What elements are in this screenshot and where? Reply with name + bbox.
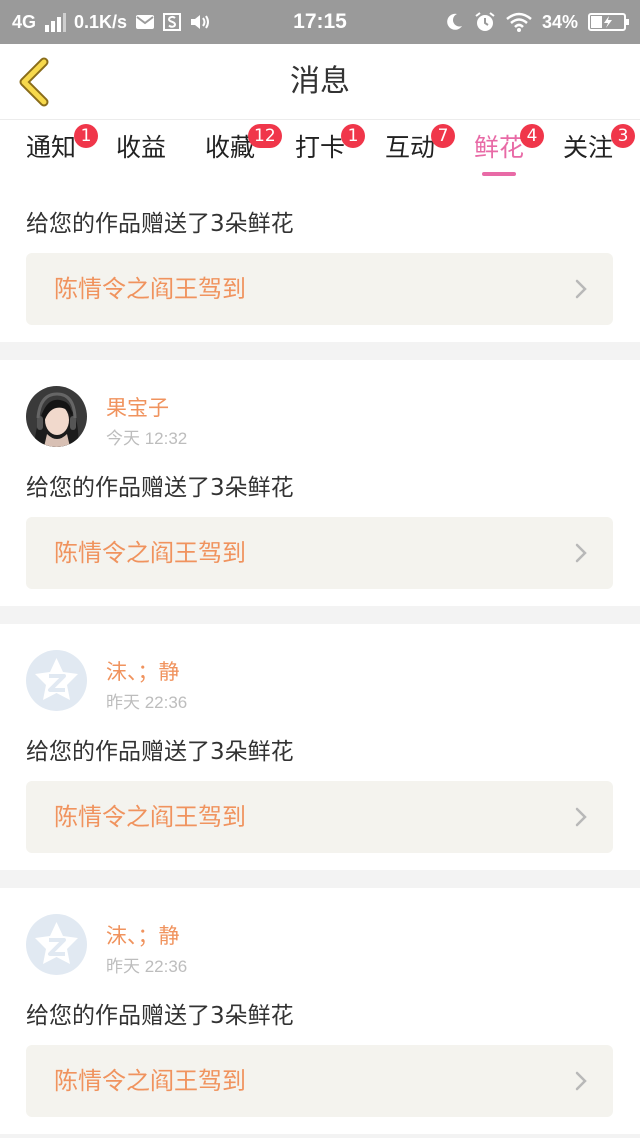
badge: 4 <box>520 124 544 148</box>
message-card: 果宝子 今天 12:32 给您的作品赠送了3朵鲜花 陈情令之阎王驾到 <box>0 360 640 606</box>
tab-label: 关注 <box>563 133 614 162</box>
message-card: 给您的作品赠送了3朵鲜花 陈情令之阎王驾到 <box>0 176 640 342</box>
timestamp: 昨天 22:36 <box>106 693 188 712</box>
badge: 1 <box>341 124 365 148</box>
wifi-icon <box>506 12 532 32</box>
badge: 12 <box>248 124 282 148</box>
avatar[interactable] <box>26 650 87 711</box>
tab-interaction[interactable]: 互动 7 <box>385 124 455 176</box>
badge: 1 <box>74 124 98 148</box>
user-name[interactable]: 果宝子 <box>106 392 169 422</box>
tab-label: 通知 <box>26 133 77 162</box>
user-name[interactable]: 沫、；静 <box>106 920 180 950</box>
tab-label: 互动 <box>385 133 436 162</box>
work-link[interactable]: 陈情令之阎王驾到 <box>26 517 613 589</box>
battery-icon <box>588 12 630 32</box>
tab-notify[interactable]: 通知 1 <box>26 124 98 176</box>
status-bar: 4G 0.1K/s 17:15 34% <box>0 0 640 44</box>
work-link[interactable]: 陈情令之阎王驾到 <box>26 781 613 853</box>
chevron-right-icon <box>575 807 587 827</box>
tab-label: 打卡 <box>295 133 346 162</box>
alarm-icon <box>474 11 496 33</box>
tab-follow[interactable]: 关注 3 <box>563 124 635 176</box>
default-avatar-icon <box>26 914 87 975</box>
user-name[interactable]: 沫、；静 <box>106 656 180 686</box>
tab-earnings[interactable]: 收益 <box>116 130 166 176</box>
moon-icon <box>444 12 464 32</box>
chevron-right-icon <box>575 279 587 299</box>
page-title: 消息 <box>290 64 350 99</box>
chevron-right-icon <box>575 543 587 563</box>
work-title: 陈情令之阎王驾到 <box>54 1067 246 1095</box>
work-link[interactable]: 陈情令之阎王驾到 <box>26 253 613 325</box>
chevron-right-icon <box>575 1071 587 1091</box>
work-title: 陈情令之阎王驾到 <box>54 275 246 303</box>
tab-bar: 通知 1 收益 收藏 12 打卡 1 互动 7 鲜花 4 关注 3 <box>0 120 640 176</box>
message-card: 沫、；静 昨天 22:36 给您的作品赠送了3朵鲜花 陈情令之阎王驾到 <box>0 888 640 1134</box>
message-text: 给您的作品赠送了3朵鲜花 <box>26 211 294 237</box>
work-title: 陈情令之阎王驾到 <box>54 539 246 567</box>
avatar[interactable] <box>26 914 87 975</box>
tab-flowers[interactable]: 鲜花 4 <box>474 124 544 176</box>
timestamp: 今天 12:32 <box>106 429 188 448</box>
default-avatar-icon <box>26 650 87 711</box>
avatar[interactable] <box>26 386 87 447</box>
badge: 3 <box>611 124 635 148</box>
work-link[interactable]: 陈情令之阎王驾到 <box>26 1045 613 1117</box>
tab-favorites[interactable]: 收藏 12 <box>205 124 282 176</box>
message-text: 给您的作品赠送了3朵鲜花 <box>26 739 294 765</box>
timestamp: 昨天 22:36 <box>106 957 188 976</box>
work-title: 陈情令之阎王驾到 <box>54 803 246 831</box>
message-card: 沫、；静 昨天 22:36 给您的作品赠送了3朵鲜花 陈情令之阎王驾到 <box>0 624 640 870</box>
tab-label: 鲜花 <box>474 133 525 162</box>
header: 消息 <box>0 44 640 120</box>
tab-label: 收益 <box>116 133 167 162</box>
message-text: 给您的作品赠送了3朵鲜花 <box>26 1003 294 1029</box>
user-photo <box>26 386 87 447</box>
message-text: 给您的作品赠送了3朵鲜花 <box>26 475 294 501</box>
battery-percent: 34% <box>541 11 578 32</box>
badge: 7 <box>431 124 455 148</box>
tab-checkin[interactable]: 打卡 1 <box>295 124 365 176</box>
